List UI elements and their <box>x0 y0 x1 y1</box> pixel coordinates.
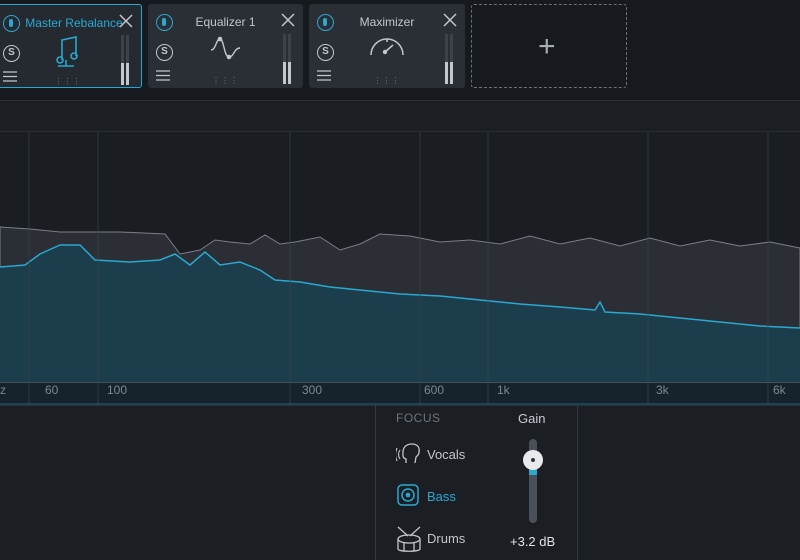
level-meter <box>445 34 455 84</box>
module-maximizer[interactable]: Maximizer S ⋮⋮⋮ <box>309 4 465 88</box>
module-title: Equalizer 1 <box>195 15 256 29</box>
list-icon[interactable] <box>3 71 17 82</box>
level-meter <box>121 35 131 85</box>
drag-handle[interactable]: ⋮⋮⋮ <box>55 77 82 86</box>
level-meter <box>283 34 293 84</box>
drag-handle[interactable]: ⋮⋮⋮ <box>212 76 239 85</box>
freq-label: 60 <box>45 383 59 397</box>
focus-drums[interactable]: Drums <box>396 525 486 553</box>
solo-button[interactable]: S <box>317 44 334 61</box>
list-icon[interactable] <box>156 70 170 81</box>
solo-button[interactable]: S <box>156 44 173 61</box>
toolbar-strip <box>0 100 800 132</box>
list-icon[interactable] <box>317 70 331 81</box>
spectrum-display <box>0 132 800 405</box>
freq-label: 1k <box>497 383 510 397</box>
close-icon[interactable] <box>119 14 133 28</box>
eq-curve-icon <box>210 36 240 60</box>
freq-label: 300 <box>302 383 323 397</box>
speaker-icon <box>397 484 419 506</box>
gauge-icon <box>370 38 404 56</box>
freq-label: 6k <box>773 383 786 397</box>
freq-label: 3k <box>656 383 669 397</box>
plus-icon: + <box>538 30 556 63</box>
solo-button[interactable]: S <box>3 45 20 62</box>
drum-icon <box>397 526 421 552</box>
rebalance-icon <box>56 36 78 67</box>
module-equalizer[interactable]: Equalizer 1 S ⋮⋮⋮ <box>148 4 303 88</box>
freq-label: z <box>0 383 6 397</box>
gain-slider-handle[interactable] <box>523 450 543 470</box>
close-icon[interactable] <box>443 13 457 27</box>
gain-title: Gain <box>518 411 546 426</box>
head-icon <box>396 443 420 464</box>
gain-value: +3.2 dB <box>510 534 556 549</box>
module-title: Maximizer <box>359 15 415 29</box>
close-icon[interactable] <box>281 13 295 27</box>
focus-panel: FOCUS Vocals Bass Drums Gain +3.2 dB <box>375 405 578 560</box>
module-master-rebalance[interactable]: Master Rebalance S ⋮⋮⋮ <box>0 4 142 88</box>
add-module-button[interactable]: + <box>471 4 627 88</box>
focus-title: FOCUS <box>396 411 441 425</box>
focus-label: Drums <box>427 531 466 546</box>
freq-label: 100 <box>107 383 128 397</box>
drag-handle[interactable]: ⋮⋮⋮ <box>374 76 401 85</box>
focus-label: Bass <box>427 489 456 504</box>
freq-label: 600 <box>424 383 445 397</box>
focus-bass[interactable]: Bass <box>396 483 486 511</box>
focus-label: Vocals <box>427 447 466 462</box>
focus-vocals[interactable]: Vocals <box>396 441 486 469</box>
